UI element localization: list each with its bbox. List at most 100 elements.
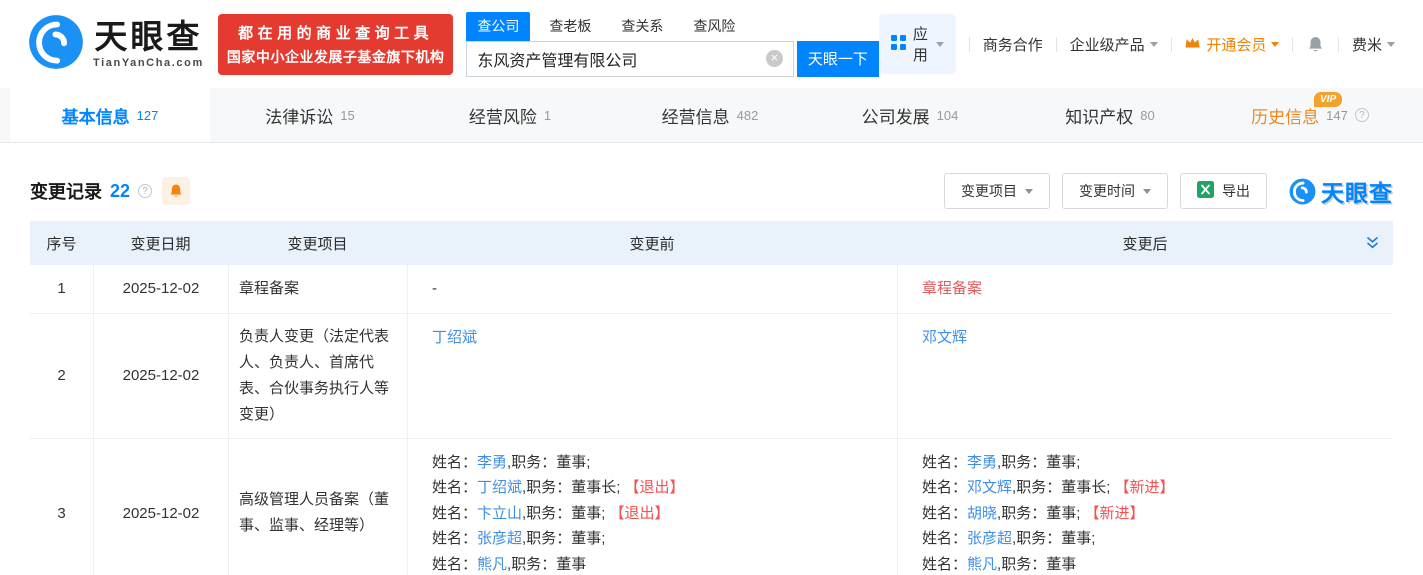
- change-tag: 【退出】: [625, 479, 685, 496]
- person-link[interactable]: 李勇: [477, 454, 507, 471]
- chevron-down-icon: [1387, 42, 1395, 51]
- nav-enterprise-label: 企业级产品: [1070, 34, 1145, 55]
- apps-menu[interactable]: 应用: [879, 14, 956, 74]
- tab-count: 147: [1326, 108, 1348, 123]
- chevron-down-icon: [1150, 42, 1158, 51]
- collapse-double-chevron-icon[interactable]: [1365, 235, 1380, 255]
- table-header-row: 序号 变更日期 变更项目 变更前 变更后: [30, 221, 1393, 265]
- subscribe-bell-button[interactable]: [162, 177, 190, 205]
- search-tab-risk[interactable]: 查风险: [682, 12, 746, 41]
- cell-text: ,职务：董事;: [522, 505, 610, 522]
- tab-count: 15: [340, 108, 354, 123]
- nav-business-coop[interactable]: 商务合作: [983, 34, 1043, 55]
- col-header-index: 序号: [30, 233, 93, 254]
- cell-text: 姓名：: [922, 530, 967, 547]
- nav-open-vip[interactable]: 开通会员: [1184, 34, 1279, 55]
- cell-text: ,职务：董事;: [997, 454, 1080, 471]
- cell-text: ,职务：董事长;: [1012, 479, 1115, 496]
- cell-text: 姓名：: [432, 530, 477, 547]
- tab-经营信息[interactable]: 经营信息482: [610, 88, 810, 142]
- brand-logo[interactable]: 天眼查 TianYanCha.com: [28, 14, 204, 75]
- change-date: 2025-12-02: [93, 265, 228, 313]
- person-link[interactable]: 胡晓: [967, 505, 997, 522]
- row-index: 2: [30, 314, 93, 438]
- change-date: 2025-12-02: [93, 439, 228, 575]
- promo-line1: 都在用的商业查询工具: [227, 22, 445, 43]
- person-link[interactable]: 熊凡: [477, 556, 507, 573]
- search-button[interactable]: 天眼一下: [797, 41, 879, 77]
- search-tab-boss[interactable]: 查老板: [538, 12, 602, 41]
- cell-text: 姓名：: [922, 479, 967, 496]
- cell-line: 姓名：邓文辉,职务：董事长; 【新进】: [922, 475, 1369, 501]
- divider: [1292, 37, 1293, 52]
- tab-经营风险[interactable]: 经营风险1: [410, 88, 610, 142]
- person-link[interactable]: 张彦超: [477, 530, 522, 547]
- watermark-text: 天眼查: [1321, 174, 1393, 208]
- tab-历史信息[interactable]: 历史信息147?VIP: [1210, 88, 1410, 142]
- nav-enterprise-products[interactable]: 企业级产品: [1070, 34, 1158, 55]
- change-before: 丁绍斌: [407, 314, 897, 438]
- person-link[interactable]: 卞立山: [477, 505, 522, 522]
- change-item-text: 高级管理人员备案（董事、监事、经理等）: [239, 487, 397, 539]
- change-after: 章程备案: [897, 265, 1393, 313]
- cell-text: ,职务：董事: [507, 556, 586, 573]
- export-button[interactable]: 导出: [1180, 173, 1267, 209]
- person-link[interactable]: 张彦超: [967, 530, 1012, 547]
- chevron-down-icon: [1025, 189, 1033, 198]
- filter-label: 变更时间: [1079, 181, 1135, 201]
- apps-label: 应用: [913, 23, 929, 65]
- bell-icon: [168, 183, 184, 199]
- tab-label: 公司发展: [862, 103, 930, 128]
- user-menu[interactable]: 费米: [1352, 34, 1395, 55]
- cell-text: ,职务：董事;: [997, 505, 1085, 522]
- person-link[interactable]: 邓文辉: [967, 479, 1012, 496]
- user-name: 费米: [1352, 34, 1382, 55]
- section-count: 22: [110, 181, 130, 202]
- search-tab-company[interactable]: 查公司: [466, 12, 530, 41]
- filter-change-project[interactable]: 变更项目: [944, 173, 1050, 209]
- cell-text: 姓名：: [432, 479, 477, 496]
- clear-search-icon[interactable]: ×: [766, 50, 783, 67]
- cell-line: 姓名：张彦超,职务：董事;: [922, 526, 1369, 552]
- cell-line: 丁绍斌: [432, 325, 873, 351]
- change-item: 章程备案: [228, 265, 407, 313]
- search-tab-relation[interactable]: 查关系: [610, 12, 674, 41]
- tab-公司发展[interactable]: 公司发展104: [810, 88, 1010, 142]
- cell-text: -: [432, 280, 437, 297]
- person-link[interactable]: 熊凡: [967, 556, 997, 573]
- nav-vip-label: 开通会员: [1206, 34, 1266, 55]
- filter-change-time[interactable]: 变更时间: [1062, 173, 1168, 209]
- col-header-after: 变更后: [897, 233, 1393, 254]
- col-header-before: 变更前: [407, 233, 897, 254]
- change-tag: 【新进】: [1085, 505, 1145, 522]
- tab-知识产权[interactable]: 知识产权80: [1010, 88, 1210, 142]
- table-body: 12025-12-02章程备案-章程备案22025-12-02负责人变更（法定代…: [30, 265, 1393, 575]
- cell-text: ,职务：董事长;: [522, 479, 625, 496]
- cell-text: ,职务：董事: [997, 556, 1076, 573]
- cell-text: 姓名：: [432, 454, 477, 471]
- chevron-down-icon: [1143, 189, 1151, 198]
- tab-count: 80: [1140, 108, 1154, 123]
- change-item: 负责人变更（法定代表人、负责人、首席代表、合伙事务执行人等变更）: [228, 314, 407, 438]
- cell-line: 章程备案: [922, 276, 1369, 302]
- person-link[interactable]: 丁绍斌: [432, 329, 477, 346]
- tab-基本信息[interactable]: 基本信息127: [10, 88, 210, 142]
- divider: [1338, 37, 1339, 52]
- top-header: 天眼查 TianYanCha.com 都在用的商业查询工具 国家中小企业发展子基…: [0, 0, 1423, 88]
- person-link[interactable]: 邓文辉: [922, 329, 967, 346]
- help-icon[interactable]: ?: [138, 184, 152, 198]
- person-link[interactable]: 李勇: [967, 454, 997, 471]
- help-icon[interactable]: ?: [1355, 108, 1369, 122]
- search-box: ×: [466, 41, 794, 77]
- search-input[interactable]: [477, 50, 766, 68]
- cell-line: 姓名：丁绍斌,职务：董事长; 【退出】: [432, 475, 873, 501]
- cell-line: 姓名：熊凡,职务：董事: [432, 552, 873, 575]
- filter-label: 变更项目: [961, 181, 1017, 201]
- brand-domain: TianYanCha.com: [93, 57, 204, 69]
- cell-text: ,职务：董事;: [522, 530, 605, 547]
- tab-法律诉讼[interactable]: 法律诉讼15: [210, 88, 410, 142]
- table-row: 22025-12-02负责人变更（法定代表人、负责人、首席代表、合伙事务执行人等…: [30, 314, 1393, 439]
- notifications-bell[interactable]: [1306, 35, 1325, 54]
- person-link[interactable]: 丁绍斌: [477, 479, 522, 496]
- col-header-item: 变更项目: [228, 233, 407, 254]
